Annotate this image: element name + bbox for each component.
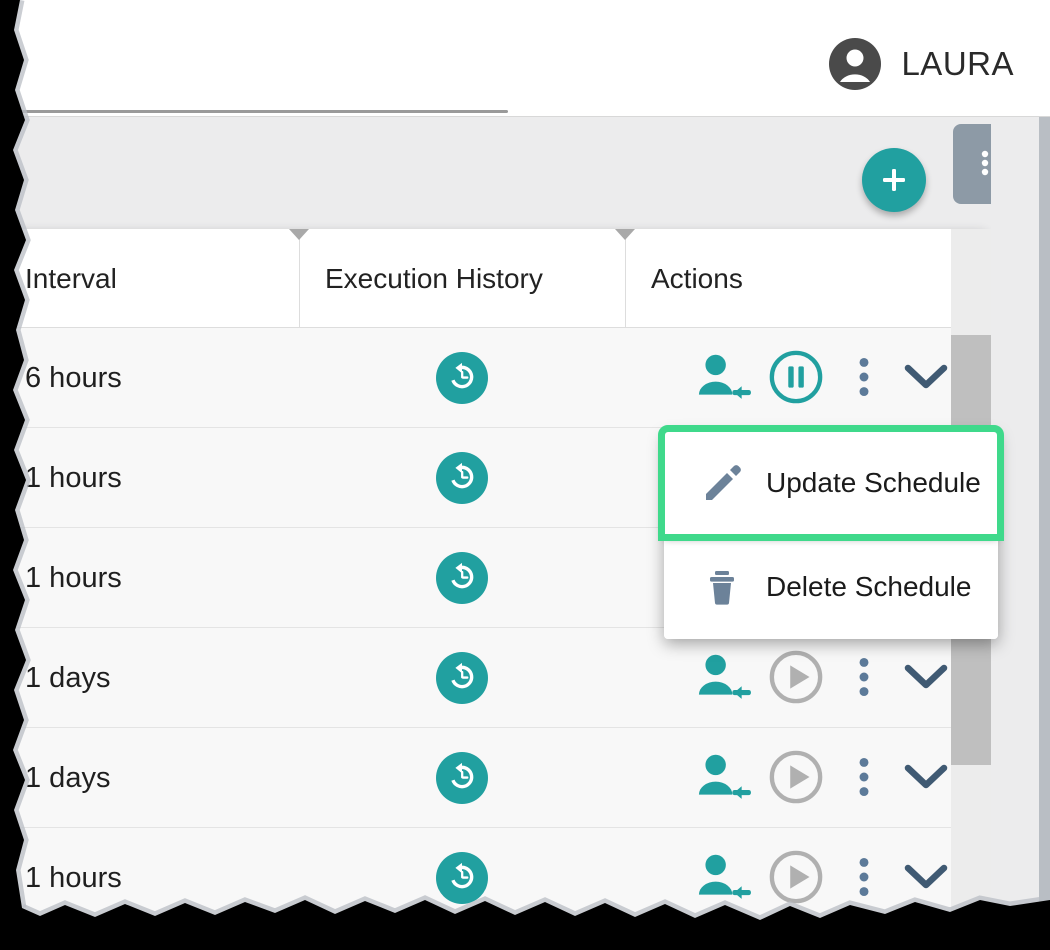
person-arrow-icon <box>695 851 753 906</box>
assign-user-button[interactable] <box>693 850 755 906</box>
add-schedule-button[interactable] <box>862 148 926 212</box>
column-header-actions[interactable]: Actions <box>625 229 951 328</box>
history-icon <box>445 560 479 597</box>
assign-user-button[interactable] <box>693 750 755 806</box>
history-icon <box>445 660 479 697</box>
person-arrow-icon <box>695 651 753 706</box>
person-arrow-icon <box>695 751 753 806</box>
expand-row-button[interactable] <box>903 355 949 401</box>
row-menu-button[interactable] <box>847 650 881 706</box>
pause-button[interactable] <box>767 349 825 407</box>
execution-history-button[interactable] <box>436 452 488 504</box>
row-context-menu: Update Schedule Delete Schedule <box>658 425 1004 639</box>
cell-interval: 1 days <box>25 761 111 794</box>
cell-actions <box>625 728 951 828</box>
chevron-down-icon <box>904 663 948 694</box>
row-menu-button[interactable] <box>847 850 881 906</box>
history-icon <box>445 460 479 497</box>
more-vertical-icon <box>858 655 870 702</box>
column-resize-handle-1[interactable] <box>289 229 309 240</box>
cell-execution-history <box>299 328 625 428</box>
cell-execution-history <box>299 828 625 928</box>
row-menu-button[interactable] <box>847 350 881 406</box>
user-name-label: LAURA <box>901 45 1014 82</box>
play-icon <box>768 749 824 808</box>
execution-history-button[interactable] <box>436 352 488 404</box>
column-resize-handle-2[interactable] <box>615 229 635 240</box>
chevron-down-icon <box>904 863 948 894</box>
cell-execution-history <box>299 528 625 628</box>
pencil-icon <box>700 461 744 505</box>
table-row[interactable]: 6 hours <box>0 328 991 428</box>
cell-execution-history <box>299 728 625 828</box>
table-row[interactable]: 1 hours <box>0 828 991 928</box>
account-circle-icon <box>829 38 882 90</box>
expand-row-button[interactable] <box>903 755 949 801</box>
cell-execution-history <box>299 628 625 728</box>
execution-history-button[interactable] <box>436 652 488 704</box>
menu-item-update-schedule[interactable]: Update Schedule <box>658 425 1004 541</box>
row-menu-button[interactable] <box>847 750 881 806</box>
search-field-underline[interactable] <box>8 110 508 113</box>
execution-history-button[interactable] <box>436 852 488 904</box>
plus-icon <box>879 165 909 195</box>
person-arrow-icon <box>695 351 753 406</box>
cell-interval: 1 hours <box>25 561 122 594</box>
more-vertical-icon <box>858 755 870 802</box>
cell-interval: 1 hours <box>25 861 122 894</box>
execution-history-button[interactable] <box>436 752 488 804</box>
column-header-interval[interactable]: Interval <box>0 229 299 328</box>
cell-actions <box>625 828 951 928</box>
play-button[interactable] <box>767 849 825 907</box>
assign-user-button[interactable] <box>693 650 755 706</box>
app-header: LAURA <box>0 0 1050 117</box>
cell-interval: 1 days <box>25 661 111 694</box>
cell-interval: 6 hours <box>25 361 122 394</box>
chevron-down-icon <box>904 763 948 794</box>
cell-execution-history <box>299 428 625 528</box>
more-vertical-icon <box>858 855 870 902</box>
trash-icon <box>700 565 744 609</box>
table-header-row: Interval Execution History Actions <box>0 229 991 328</box>
menu-item-delete-schedule-label: Delete Schedule <box>766 571 972 602</box>
menu-item-update-schedule-label: Update Schedule <box>766 467 981 498</box>
user-account-area[interactable]: LAURA <box>829 38 1014 90</box>
column-header-execution-history[interactable]: Execution History <box>299 229 625 328</box>
play-icon <box>768 649 824 708</box>
play-button[interactable] <box>767 649 825 707</box>
screenshot-page: LAURA Interval Execution History Actions… <box>0 0 1050 950</box>
execution-history-button[interactable] <box>436 552 488 604</box>
history-icon <box>445 760 479 797</box>
play-button[interactable] <box>767 749 825 807</box>
assign-user-button[interactable] <box>693 350 755 406</box>
history-icon <box>445 860 479 897</box>
more-vertical-icon <box>858 355 870 402</box>
menu-item-delete-schedule[interactable]: Delete Schedule <box>664 535 998 639</box>
cell-actions <box>625 628 951 728</box>
expand-row-button[interactable] <box>903 855 949 901</box>
table-row[interactable]: 1 days <box>0 728 991 828</box>
cell-actions <box>625 328 951 428</box>
history-icon <box>445 360 479 397</box>
play-icon <box>768 849 824 908</box>
chevron-down-icon <box>904 363 948 394</box>
window-right-edge <box>1039 117 1050 950</box>
table-row[interactable]: 1 days <box>0 628 991 728</box>
pause-icon <box>768 349 824 408</box>
expand-row-button[interactable] <box>903 655 949 701</box>
cell-interval: 1 hours <box>25 461 122 494</box>
